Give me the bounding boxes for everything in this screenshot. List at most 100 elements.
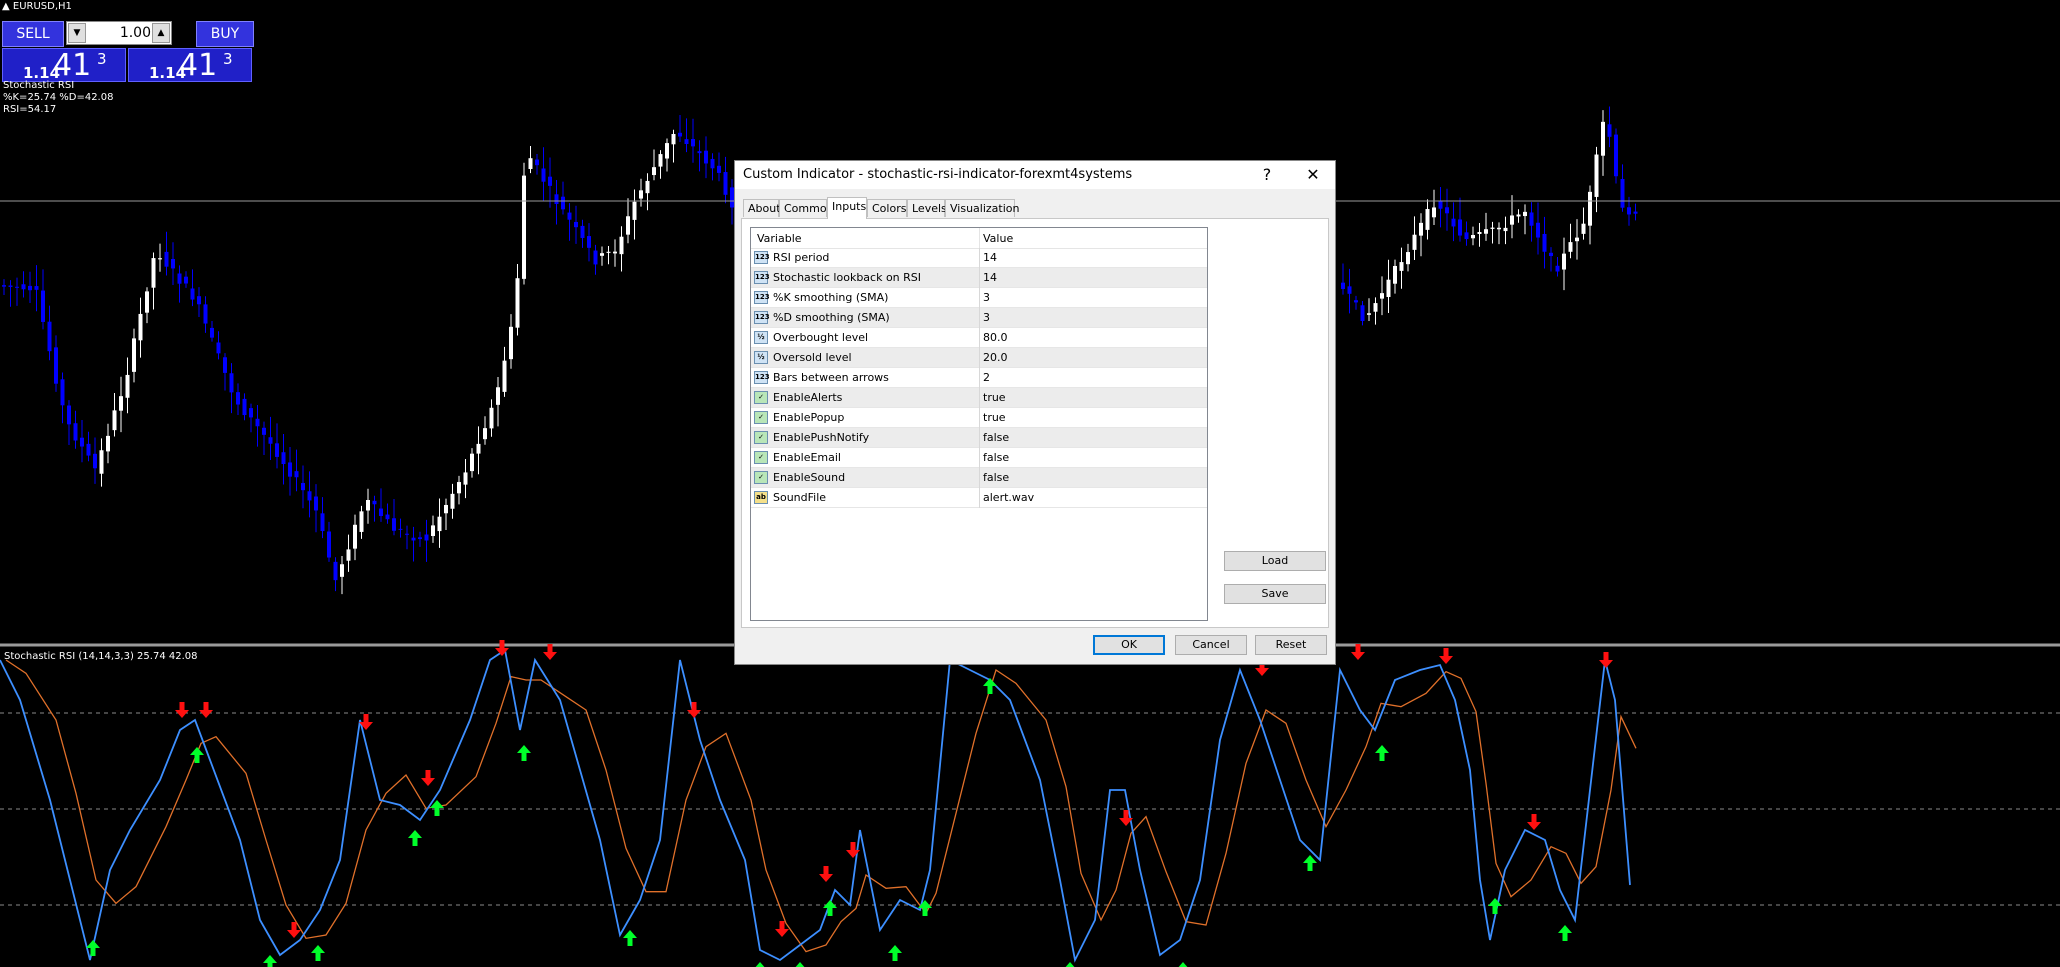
cancel-button[interactable]: Cancel [1175, 635, 1247, 655]
candle-body [697, 151, 702, 154]
save-button[interactable]: Save [1224, 584, 1326, 604]
variable-column-header[interactable]: Variable [757, 232, 802, 245]
candle-body [1425, 209, 1430, 230]
candle-body [86, 443, 91, 456]
parameter-value[interactable]: 3 [983, 311, 990, 324]
candle-body [1458, 219, 1462, 236]
candle-body [366, 500, 370, 511]
dialog-titlebar[interactable]: Custom Indicator - stochastic-rsi-indica… [735, 161, 1335, 189]
candle-body [691, 139, 695, 147]
help-icon[interactable]: ? [1249, 163, 1285, 187]
parameter-value[interactable]: alert.wav [983, 491, 1034, 504]
parameter-value[interactable]: 80.0 [983, 331, 1008, 344]
parameter-row[interactable]: ✓ EnableAlerts true [751, 388, 1207, 408]
candle-body [1451, 218, 1456, 227]
close-icon[interactable]: ✕ [1295, 163, 1331, 187]
candle-body [353, 524, 357, 549]
parameter-value[interactable]: true [983, 391, 1006, 404]
dialog-title: Custom Indicator - stochastic-rsi-indica… [743, 167, 1133, 182]
tab-visualization[interactable]: Visualization [945, 199, 1019, 217]
candle-body [158, 258, 162, 260]
lot-increase-icon[interactable]: ▲ [152, 23, 170, 43]
symbol-label: ▲ EURUSD,H1 [2, 1, 72, 12]
one-click-trading-panel: SELL ▼ 1.00 ▲ BUY 1.14 41 3 1.14 41 3 [2, 21, 254, 83]
value-column-header[interactable]: Value [983, 232, 1013, 245]
candle-body [613, 251, 617, 254]
bool-type-icon: ✓ [754, 391, 768, 404]
parameter-row[interactable]: 123 Stochastic lookback on RSI 14 [751, 268, 1207, 288]
parameter-value[interactable]: 3 [983, 291, 990, 304]
candle-body [268, 437, 273, 444]
candle-body [294, 471, 299, 478]
sell-button[interactable]: SELL [2, 21, 64, 47]
column-divider[interactable] [979, 228, 980, 248]
parameter-row[interactable]: ✓ EnablePopup true [751, 408, 1207, 428]
parameter-row[interactable]: ½ Overbought level 80.0 [751, 328, 1207, 348]
parameter-row[interactable]: 123 %D smoothing (SMA) 3 [751, 308, 1207, 328]
sell-arrow-icon [287, 922, 301, 938]
candle-body [528, 158, 533, 170]
parameter-row[interactable]: ab SoundFile alert.wav [751, 488, 1207, 508]
candle-body [580, 225, 585, 238]
buy-arrow-icon [983, 678, 997, 694]
parameter-value[interactable]: false [983, 431, 1009, 444]
lot-size-value[interactable]: 1.00 [87, 22, 151, 44]
candle-body [1568, 242, 1573, 252]
candle-body [216, 342, 221, 354]
parameter-row[interactable]: ✓ EnableEmail false [751, 448, 1207, 468]
candle-body [1360, 305, 1365, 321]
buy-arrow-icon [1303, 855, 1317, 871]
tab-about[interactable]: About [743, 199, 781, 217]
candle-body [535, 159, 539, 166]
buy-price-button[interactable]: 1.14 41 3 [128, 48, 252, 83]
parameter-value[interactable]: 20.0 [983, 351, 1008, 364]
parameter-name: SoundFile [773, 491, 827, 504]
candle-body [1341, 282, 1345, 289]
lot-decrease-icon[interactable]: ▼ [68, 23, 86, 43]
collapse-triangle-icon[interactable]: ▲ [2, 1, 10, 12]
buy-arrow-icon [755, 962, 765, 967]
candle-body [1406, 252, 1410, 265]
candle-body [600, 253, 604, 256]
buy-arrow-icon [1178, 962, 1188, 967]
parameter-value[interactable]: 14 [983, 251, 997, 264]
candle-body [73, 423, 78, 441]
parameter-name: EnableAlerts [773, 391, 843, 404]
sell-price-button[interactable]: 1.14 41 3 [2, 48, 126, 83]
tab-colors[interactable]: Colors [867, 199, 907, 217]
parameter-row[interactable]: 123 %K smoothing (SMA) 3 [751, 288, 1207, 308]
buy-arrow-icon [823, 900, 837, 916]
tab-levels[interactable]: Levels [907, 199, 947, 217]
parameter-row[interactable]: 123 Bars between arrows 2 [751, 368, 1207, 388]
sell-arrow-icon [495, 640, 509, 656]
indicator-info-name: Stochastic RSI [3, 80, 75, 91]
parameter-row[interactable]: ✓ EnablePushNotify false [751, 428, 1207, 448]
candle-body [1419, 222, 1423, 236]
candle-body [164, 251, 169, 267]
string-type-icon: ab [754, 491, 768, 504]
candle-body [34, 286, 39, 290]
candle-body [190, 288, 195, 300]
parameter-name: EnablePushNotify [773, 431, 870, 444]
parameter-value[interactable]: 2 [983, 371, 990, 384]
ok-button[interactable]: OK [1093, 635, 1165, 655]
reset-button[interactable]: Reset [1255, 635, 1327, 655]
parameter-row[interactable]: 123 RSI period 14 [751, 248, 1207, 268]
candle-body [47, 321, 52, 352]
parameter-row[interactable]: ½ Oversold level 20.0 [751, 348, 1207, 368]
candle-body [275, 443, 279, 457]
lot-size-stepper[interactable]: ▼ 1.00 ▲ [66, 21, 172, 45]
candle-body [652, 167, 656, 176]
candle-body [1497, 227, 1501, 230]
parameter-row[interactable]: ✓ EnableSound false [751, 468, 1207, 488]
parameter-value[interactable]: true [983, 411, 1006, 424]
candle-body [548, 176, 552, 186]
parameter-value[interactable]: 14 [983, 271, 997, 284]
parameter-value[interactable]: false [983, 451, 1009, 464]
load-button[interactable]: Load [1224, 551, 1326, 571]
parameter-value[interactable]: false [983, 471, 1009, 484]
tab-common[interactable]: Common [779, 199, 834, 217]
buy-button[interactable]: BUY [196, 21, 254, 47]
buy-arrow-icon [190, 747, 204, 763]
tab-inputs[interactable]: Inputs [827, 197, 867, 219]
